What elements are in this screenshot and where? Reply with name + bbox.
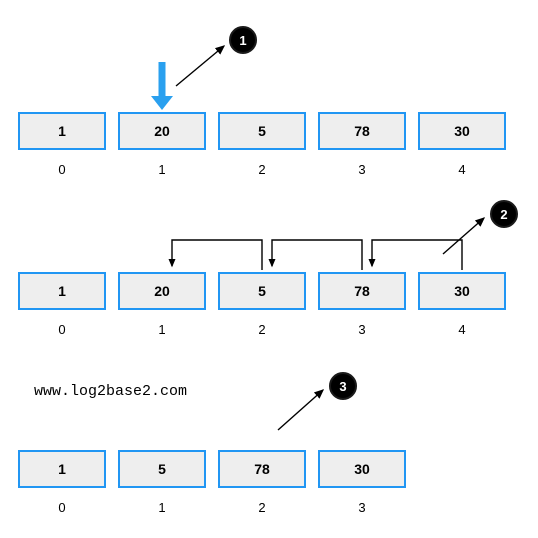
badge-pointer-2 — [443, 218, 484, 254]
array-cell: 78 — [218, 450, 306, 488]
array-cell: 30 — [418, 272, 506, 310]
shift-arc — [172, 240, 262, 270]
array-cell: 78 — [318, 112, 406, 150]
array-cell: 5 — [218, 272, 306, 310]
index-label: 4 — [418, 162, 506, 177]
array-cell: 1 — [18, 450, 106, 488]
index-label: 2 — [218, 500, 306, 515]
shift-arc — [272, 240, 362, 270]
array-row-1: 1 20 5 78 30 — [18, 112, 506, 150]
shift-arc — [372, 240, 462, 270]
index-label: 0 — [18, 322, 106, 337]
index-label: 3 — [318, 322, 406, 337]
array-cell: 30 — [418, 112, 506, 150]
step-badge-3: 3 — [329, 372, 357, 400]
array-row-3: 1 5 78 30 — [18, 450, 406, 488]
index-row-3: 0 1 2 3 — [18, 500, 406, 515]
index-row-2: 0 1 2 3 4 — [18, 322, 506, 337]
index-label: 3 — [318, 500, 406, 515]
array-cell: 20 — [118, 112, 206, 150]
index-label: 0 — [18, 162, 106, 177]
watermark-text: www.log2base2.com — [34, 383, 187, 400]
array-cell: 1 — [18, 272, 106, 310]
index-label: 3 — [318, 162, 406, 177]
index-row-1: 0 1 2 3 4 — [18, 162, 506, 177]
index-label: 1 — [118, 500, 206, 515]
array-cell: 30 — [318, 450, 406, 488]
index-label: 1 — [118, 162, 206, 177]
down-arrow-icon — [151, 62, 173, 110]
array-cell: 78 — [318, 272, 406, 310]
array-cell: 5 — [118, 450, 206, 488]
index-label: 2 — [218, 162, 306, 177]
badge-pointer-1 — [176, 46, 224, 86]
index-label: 0 — [18, 500, 106, 515]
array-row-2: 1 20 5 78 30 — [18, 272, 506, 310]
index-label: 1 — [118, 322, 206, 337]
array-cell: 5 — [218, 112, 306, 150]
index-label: 2 — [218, 322, 306, 337]
index-label: 4 — [418, 322, 506, 337]
badge-pointer-3 — [278, 390, 323, 430]
array-cell: 20 — [118, 272, 206, 310]
step-badge-2: 2 — [490, 200, 518, 228]
array-cell: 1 — [18, 112, 106, 150]
step-badge-1: 1 — [229, 26, 257, 54]
